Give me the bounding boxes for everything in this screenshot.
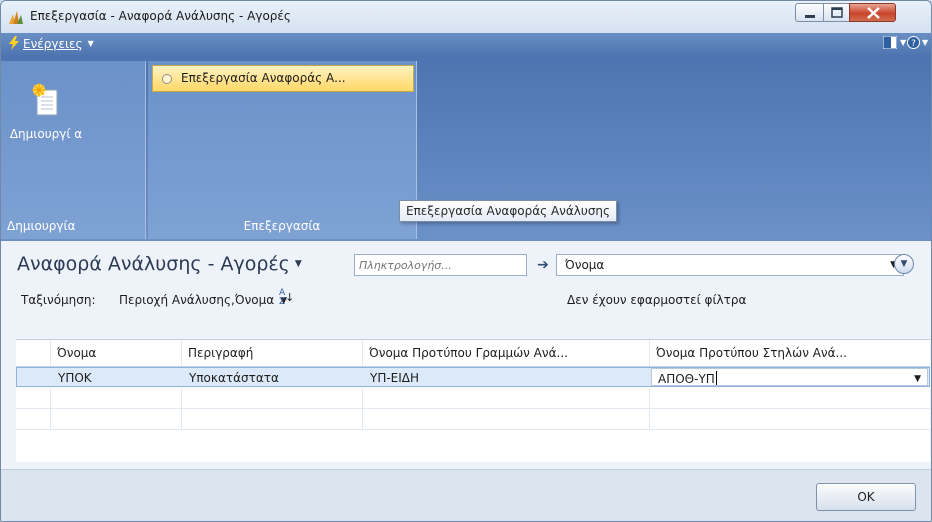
minimize-icon — [805, 15, 815, 18]
action-bar: Ενέργειες ▼ ▼ ? ▼ — [1, 33, 931, 55]
actions-menu[interactable]: Ενέργειες ▼ — [9, 36, 94, 51]
cell-empty[interactable] — [51, 388, 182, 408]
search-input[interactable] — [354, 254, 527, 276]
row-selector-header — [16, 340, 51, 366]
table-row-empty[interactable] — [16, 409, 930, 430]
minimize-button[interactable] — [795, 3, 824, 22]
arrow-right-icon: ➔ — [537, 257, 549, 273]
chevron-down-icon: ▼ — [900, 38, 907, 47]
cell-empty[interactable] — [363, 388, 650, 408]
column-header-row-template[interactable]: Όνομα Προτύπου Γραμμών Ανά... — [363, 340, 650, 366]
sort-arrow-icon: ↓ — [285, 291, 295, 304]
maximize-button[interactable] — [823, 3, 850, 22]
filter-status: Δεν έχουν εφαρμοστεί φίλτρα — [567, 293, 747, 307]
chevron-down-icon: ▼ — [922, 38, 929, 47]
page-title: Αναφορά Ανάλυσης - Αγορές — [17, 253, 290, 275]
new-button-label: Δημιουργί α — [9, 127, 83, 141]
chevron-down-icon: ▼ — [87, 39, 94, 48]
svg-text:?: ? — [911, 39, 916, 49]
table-row-empty[interactable] — [16, 388, 930, 409]
search-arrow-button[interactable]: ➔ — [532, 254, 554, 276]
sort-label: Ταξινόμηση: — [21, 293, 96, 307]
cell-empty[interactable] — [182, 388, 363, 408]
row-selector[interactable] — [16, 409, 51, 429]
sort-value: Περιοχή Ανάλυσης,Όνομα — [119, 293, 275, 307]
ribbon-group-label-edit: Επεξεργασία — [243, 219, 321, 233]
lightning-icon — [9, 36, 19, 50]
edit-icon — [162, 74, 172, 84]
cell-row-template[interactable]: ΥΠ-ΕΙΔΗ — [364, 368, 651, 386]
search-field-value: Όνομα — [565, 258, 605, 272]
chevron-down-icon[interactable]: ▼ — [914, 369, 921, 385]
row-selector[interactable] — [17, 368, 52, 386]
ribbon: Δημιουργί α Δημιουργία Επεξεργασία Αναφο… — [1, 55, 931, 241]
close-button[interactable] — [849, 3, 896, 22]
cell-name[interactable]: ΥΠΟΚ — [52, 368, 183, 386]
content-area: Αναφορά Ανάλυσης - Αγορές ▼ ➔ Όνομα ▼ ▼ Τ… — [1, 241, 931, 521]
ribbon-group-create: Δημιουργί α Δημιουργία — [1, 61, 146, 239]
layout-icon — [882, 35, 898, 50]
cell-empty[interactable] — [363, 409, 650, 429]
new-document-icon — [32, 83, 58, 116]
column-header-name[interactable]: Όνομα — [51, 340, 182, 366]
sort-direction-button[interactable]: A Z↓ — [279, 289, 294, 307]
ribbon-group-label-create: Δημιουργία — [7, 219, 76, 233]
actions-menu-label: Ενέργειες — [23, 37, 83, 51]
title-bar: Επεξεργασία - Αναφορά Ανάλυσης - Αγορές — [1, 1, 931, 33]
cell-empty[interactable] — [650, 409, 927, 429]
search-field-select[interactable]: Όνομα ▼ — [556, 254, 904, 276]
edit-analysis-report-label: Επεξεργασία Αναφοράς Α... — [181, 71, 346, 85]
new-button[interactable]: Δημιουργί α — [8, 83, 84, 163]
close-icon — [867, 7, 880, 19]
grid-header: Όνομα Περιγραφή Όνομα Προτύπου Γραμμών Α… — [16, 340, 930, 367]
help-icon: ? — [907, 36, 920, 49]
ok-button[interactable]: OK — [816, 483, 916, 511]
table-row[interactable]: ΥΠΟΚ Υποκατάστατα ΥΠ-ΕΙΔΗ ΑΠΟΘ-ΥΠ ▼ — [16, 367, 930, 387]
layout-menu[interactable]: ▼ — [882, 35, 907, 50]
text-cursor — [715, 371, 717, 385]
tooltip: Επεξεργασία Αναφοράς Ανάλυσης — [399, 200, 618, 222]
cell-column-template: ΑΠΟΘ-ΥΠ — [658, 372, 715, 386]
cell-empty[interactable] — [182, 409, 363, 429]
cell-column-template-editor[interactable]: ΑΠΟΘ-ΥΠ ▼ — [651, 368, 928, 386]
chevron-down-icon: ▼ — [294, 259, 302, 269]
column-header-column-template[interactable]: Όνομα Προτύπου Στηλών Ανά... — [650, 340, 927, 366]
window-title: Επεξεργασία - Αναφορά Ανάλυσης - Αγορές — [30, 9, 291, 23]
maximize-icon — [831, 7, 843, 18]
expand-filter-button[interactable]: ▼ — [894, 254, 914, 274]
page-title-menu[interactable]: Αναφορά Ανάλυσης - Αγορές ▼ — [17, 253, 302, 275]
dialog-window: Επεξεργασία - Αναφορά Ανάλυσης - Αγορές … — [0, 0, 932, 522]
footer-bar: OK — [1, 469, 931, 521]
row-selector[interactable] — [16, 388, 51, 408]
dynamics-app-icon — [9, 11, 23, 24]
help-menu[interactable]: ? ▼ — [907, 36, 928, 50]
chevron-down-icon: ▼ — [900, 259, 908, 269]
data-grid: Όνομα Περιγραφή Όνομα Προτύπου Γραμμών Α… — [16, 339, 930, 462]
column-header-description[interactable]: Περιγραφή — [182, 340, 363, 366]
cell-empty[interactable] — [650, 388, 927, 408]
edit-analysis-report-button[interactable]: Επεξεργασία Αναφοράς Α... — [152, 65, 414, 92]
cell-description[interactable]: Υποκατάστατα — [183, 368, 364, 386]
cell-empty[interactable] — [51, 409, 182, 429]
sort-select[interactable]: Περιοχή Ανάλυσης,Όνομα ▼ — [119, 293, 287, 307]
ribbon-group-edit: Επεξεργασία Αναφοράς Α... Επεξεργασία — [148, 61, 417, 239]
